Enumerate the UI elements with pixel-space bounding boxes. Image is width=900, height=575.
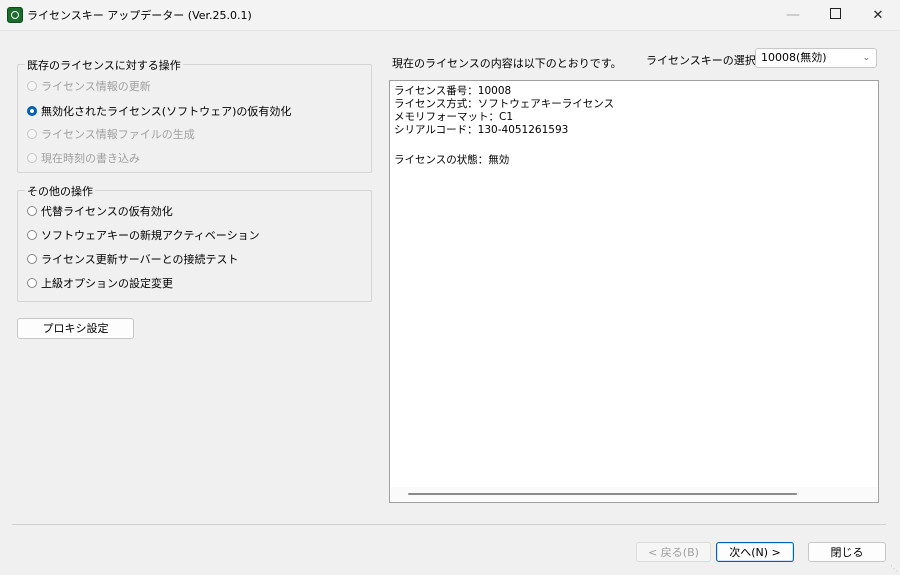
radio-icon[interactable] [27, 153, 37, 163]
radio-label: 現在時刻の書き込み [41, 152, 140, 165]
app-icon [7, 7, 23, 23]
resize-grip-icon[interactable]: ⋱ [890, 565, 898, 573]
radio-temp-activate-invalidated[interactable]: 無効化されたライセンス(ソフトウェア)の仮有効化 [27, 102, 291, 120]
select-value: 10008(無効) [761, 51, 827, 64]
maximize-button[interactable] [812, 0, 858, 30]
scrollbar-thumb[interactable] [408, 493, 797, 495]
license-key-select[interactable]: 10008(無効) ⌄ [755, 48, 877, 68]
horizontal-scrollbar[interactable] [391, 487, 877, 501]
close-button[interactable]: 閉じる [808, 542, 886, 562]
radio-label: 上級オプションの設定変更 [41, 277, 173, 290]
next-button[interactable]: 次へ(N) > [716, 542, 794, 562]
detail-line: シリアルコード：130-4051261593 [394, 124, 569, 136]
radio-icon[interactable] [27, 206, 37, 216]
proxy-settings-button[interactable]: プロキシ設定 [17, 318, 134, 339]
radio-icon[interactable] [27, 129, 37, 139]
radio-icon[interactable] [27, 81, 37, 91]
license-key-select-label: ライセンスキーの選択 [646, 54, 756, 67]
radio-label: ソフトウェアキーの新規アクティベーション [41, 229, 260, 242]
radio-server-connection-test[interactable]: ライセンス更新サーバーとの接続テスト [27, 250, 239, 268]
radio-new-software-key-activation[interactable]: ソフトウェアキーの新規アクティベーション [27, 226, 260, 244]
radio-icon[interactable] [27, 278, 37, 288]
radio-label: 代替ライセンスの仮有効化 [41, 205, 173, 218]
detail-line: ライセンスの状態：無効 [394, 154, 510, 166]
radio-label: ライセンス情報ファイルの生成 [41, 128, 195, 141]
other-ops-group: その他の操作 代替ライセンスの仮有効化 ソフトウェアキーの新規アクティベーション… [17, 183, 372, 302]
window-title: ライセンスキー アップデーター (Ver.25.0.1) [27, 9, 252, 22]
radio-icon[interactable] [27, 106, 37, 116]
existing-license-ops-group: 既存のライセンスに対する操作 ライセンス情報の更新 無効化されたライセンス(ソフ… [17, 57, 372, 173]
group-legend: 既存のライセンスに対する操作 [25, 57, 183, 73]
close-window-button[interactable] [855, 0, 900, 30]
back-button[interactable]: < 戻る(B) [636, 542, 711, 562]
radio-icon[interactable] [27, 254, 37, 264]
group-legend: その他の操作 [25, 183, 95, 199]
radio-advanced-options[interactable]: 上級オプションの設定変更 [27, 274, 173, 292]
radio-label: ライセンス情報の更新 [41, 80, 151, 93]
radio-generate-license-file[interactable]: ライセンス情報ファイルの生成 [27, 125, 195, 143]
title-bar: ライセンスキー アップデーター (Ver.25.0.1) — [0, 0, 900, 31]
radio-icon[interactable] [27, 230, 37, 240]
radio-label: ライセンス更新サーバーとの接続テスト [41, 253, 239, 266]
license-details-textbox[interactable]: ライセンス番号：10008 ライセンス方式：ソフトウェアキーライセンス メモリフ… [389, 80, 879, 503]
radio-write-current-time[interactable]: 現在時刻の書き込み [27, 149, 140, 167]
radio-update-license-info[interactable]: ライセンス情報の更新 [27, 77, 151, 95]
footer-separator [12, 524, 886, 525]
chevron-down-icon: ⌄ [862, 53, 870, 63]
minimize-button[interactable]: — [770, 0, 816, 30]
radio-temp-activate-alternative[interactable]: 代替ライセンスの仮有効化 [27, 202, 173, 220]
license-contents-heading: 現在のライセンスの内容は以下のとおりです。 [392, 57, 622, 70]
radio-label: 無効化されたライセンス(ソフトウェア)の仮有効化 [41, 105, 292, 118]
